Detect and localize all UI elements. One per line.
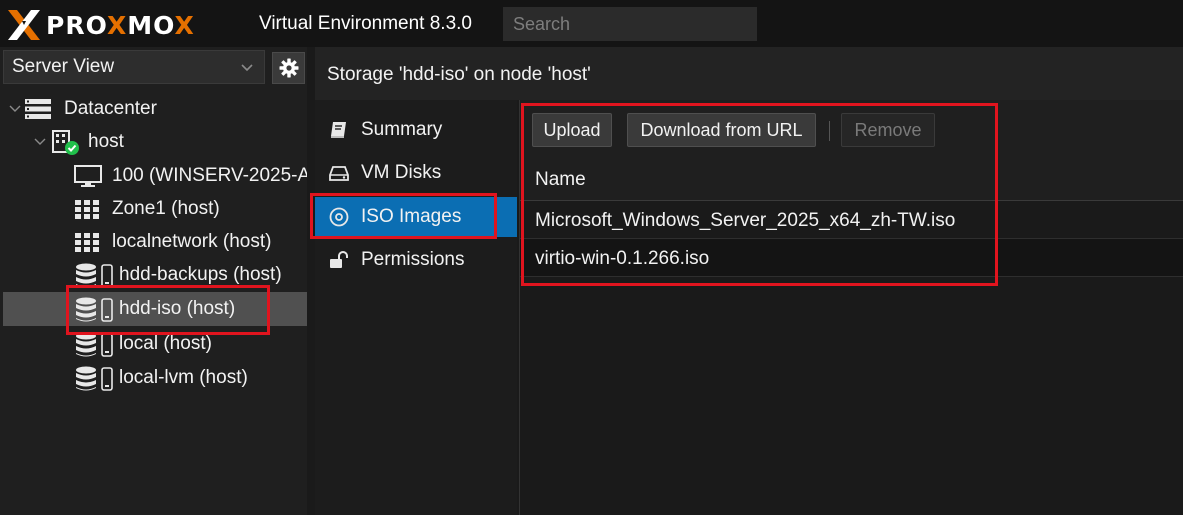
tree-item-vm-100[interactable]: 100 (WINSERV-2025-A	[0, 159, 307, 193]
database-icon	[76, 263, 113, 288]
top-header: PROXMOX Virtual Environment 8.3.0	[0, 0, 1183, 47]
tree-item-localnetwork[interactable]: localnetwork (host)	[0, 225, 307, 259]
nav-item-label: ISO Images	[361, 206, 462, 227]
tree-item-label: Zone1 (host)	[112, 198, 220, 219]
unlock-icon	[330, 251, 348, 268]
grid-icon	[75, 233, 99, 252]
view-selector-value: Server View	[12, 56, 115, 77]
tree-item-hdd-backups[interactable]: hdd-backups (host)	[0, 258, 307, 292]
proxmox-x-icon	[8, 10, 40, 40]
table-row[interactable]: virtio-win-0.1.266.iso	[520, 239, 1183, 277]
settings-button[interactable]	[272, 52, 305, 84]
monitor-icon	[74, 165, 102, 187]
iso-filename: Microsoft_Windows_Server_2025_x64_zh-TW.…	[535, 210, 956, 231]
logo-wordmark: PROXMOX	[46, 11, 195, 40]
download-from-url-button[interactable]: Download from URL	[627, 113, 816, 147]
app-title: Virtual Environment 8.3.0	[259, 13, 472, 34]
nav-item-label: Permissions	[361, 249, 465, 270]
chevron-down-icon[interactable]	[9, 104, 21, 114]
database-icon	[76, 366, 113, 391]
hdd-icon	[329, 166, 349, 181]
database-icon	[76, 332, 113, 357]
database-icon	[76, 297, 113, 322]
disc-icon	[329, 207, 349, 227]
table-row[interactable]: Microsoft_Windows_Server_2025_x64_zh-TW.…	[520, 201, 1183, 239]
tree-item-local[interactable]: local (host)	[0, 327, 307, 361]
tree-item-label: localnetwork (host)	[112, 231, 272, 252]
nav-item-vm-disks[interactable]: VM Disks	[315, 153, 517, 193]
storage-nav: Summary VM Disks ISO Images Permissions	[315, 100, 517, 515]
search-input[interactable]	[503, 7, 757, 41]
iso-filename: virtio-win-0.1.266.iso	[535, 248, 710, 269]
resource-tree-panel: Server View Datacenter host 100 (WINSERV…	[0, 47, 307, 515]
chevron-down-icon[interactable]	[34, 137, 46, 147]
toolbar: Upload Download from URL Remove	[520, 100, 1183, 158]
tree-item-label: 100 (WINSERV-2025-A	[112, 165, 307, 186]
tree-item-label: local (host)	[119, 333, 212, 354]
grid-header: Name	[520, 158, 1183, 201]
node-online-icon	[52, 130, 79, 155]
nav-item-label: Summary	[361, 119, 443, 140]
nav-item-summary[interactable]: Summary	[315, 110, 517, 150]
tree-item-local-lvm[interactable]: local-lvm (host)	[0, 361, 307, 395]
nav-item-iso-images[interactable]: ISO Images	[315, 197, 517, 237]
gear-icon	[279, 58, 298, 78]
upload-button[interactable]: Upload	[532, 113, 612, 147]
page-title: Storage 'hdd-iso' on node 'host'	[327, 64, 591, 85]
iso-images-panel: Upload Download from URL Remove Name Mic…	[519, 100, 1183, 515]
server-icon	[25, 99, 51, 119]
content-title-bar: Storage 'hdd-iso' on node 'host'	[315, 47, 1183, 100]
tree-item-zone1[interactable]: Zone1 (host)	[0, 192, 307, 226]
nav-item-permissions[interactable]: Permissions	[315, 240, 517, 280]
tree-item-label: hdd-iso (host)	[119, 298, 236, 319]
toolbar-separator	[829, 121, 830, 141]
chevron-down-icon	[241, 64, 253, 72]
tree-item-label: hdd-backups (host)	[119, 264, 282, 285]
tree-item-label: Datacenter	[64, 98, 157, 119]
remove-button[interactable]: Remove	[841, 113, 935, 147]
tree-item-hdd-iso[interactable]: hdd-iso (host)	[3, 292, 307, 326]
tree-item-label: host	[88, 131, 124, 152]
tree-item-label: local-lvm (host)	[119, 367, 248, 388]
book-icon	[331, 122, 346, 138]
view-selector[interactable]: Server View	[3, 50, 265, 84]
tree-item-host[interactable]: host	[0, 125, 307, 159]
column-header-name[interactable]: Name	[535, 169, 586, 191]
nav-item-label: VM Disks	[361, 162, 442, 183]
grid-icon	[75, 200, 99, 219]
tree-item-datacenter[interactable]: Datacenter	[0, 92, 307, 126]
